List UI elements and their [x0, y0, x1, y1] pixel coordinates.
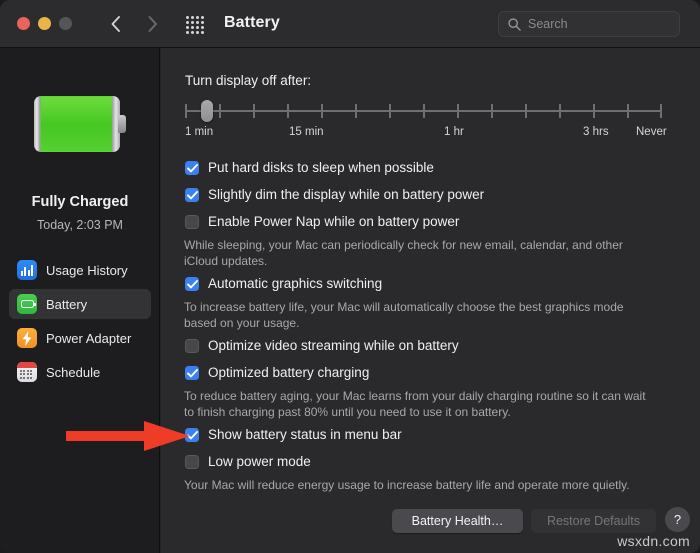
checkbox-label: Slightly dim the display while on batter…: [208, 187, 485, 202]
checkbox-power-nap[interactable]: [185, 215, 199, 229]
display-sleep-slider[interactable]: [185, 100, 662, 122]
battery-health-button[interactable]: Battery Health…: [392, 509, 523, 533]
checkbox-slightly-dim[interactable]: [185, 188, 199, 202]
checkbox-label: Show battery status in menu bar: [208, 427, 402, 442]
checkbox-graphics-switching[interactable]: [185, 277, 199, 291]
checkbox-low-power-mode[interactable]: [185, 455, 199, 469]
sidebar-item-power-adapter[interactable]: Power Adapter: [9, 323, 151, 353]
sidebar-item-label: Power Adapter: [46, 330, 132, 346]
minimize-window-button[interactable]: [38, 17, 51, 30]
checkmark-icon: [187, 280, 198, 289]
bolt-icon: [17, 328, 37, 348]
checkbox-label: Put hard disks to sleep when possible: [208, 160, 434, 175]
slider-tick-label-1min: 1 min: [185, 126, 214, 138]
battery-charge-timestamp: Today, 2:03 PM: [37, 218, 123, 232]
sidebar-item-label: Battery: [46, 296, 88, 312]
back-button[interactable]: [104, 12, 128, 36]
checkmark-icon: [187, 191, 198, 200]
checkbox-optimized-charging[interactable]: [185, 366, 199, 380]
search-input[interactable]: [528, 12, 673, 36]
chevron-right-icon: [148, 16, 157, 32]
window-titlebar: Battery: [0, 0, 700, 48]
checkmark-icon: [187, 369, 198, 378]
checkbox-label: Optimized battery charging: [208, 365, 370, 380]
sidebar-item-label: Schedule: [46, 364, 101, 380]
help-button[interactable]: ?: [665, 507, 690, 532]
checkbox-description-graphics-switching: To increase battery life, your Mac will …: [184, 300, 624, 330]
checkbox-hard-disk-sleep[interactable]: [185, 161, 199, 175]
bar-chart-icon: [17, 260, 37, 280]
sidebar-item-battery[interactable]: Battery: [9, 289, 151, 319]
checkbox-optimize-video[interactable]: [185, 339, 199, 353]
main-content: Turn display off after: 1 min 15 min 1 h…: [161, 48, 700, 553]
zoom-window-button[interactable]: [59, 17, 72, 30]
display-sleep-label: Turn display off after:: [185, 73, 312, 88]
slider-tick-label-never: Never: [636, 126, 667, 138]
slider-knob[interactable]: [201, 100, 213, 122]
battery-status-icon: [34, 96, 126, 152]
chevron-left-icon: [111, 16, 120, 32]
watermark-text: wsxdn.com: [617, 533, 690, 549]
show-all-grid-icon[interactable]: [186, 16, 206, 34]
battery-charge-status: Fully Charged: [31, 194, 129, 210]
sidebar-item-schedule[interactable]: Schedule: [9, 357, 151, 387]
checkbox-description-power-nap: While sleeping, your Mac can periodicall…: [184, 238, 623, 268]
close-window-button[interactable]: [17, 17, 30, 30]
checkbox-label: Optimize video streaming while on batter…: [208, 338, 459, 353]
checkbox-description-low-power-mode: Your Mac will reduce energy usage to inc…: [184, 478, 630, 492]
sidebar-item-label: Usage History: [46, 262, 128, 278]
slider-tick-label-15min: 15 min: [289, 126, 324, 138]
calendar-icon: [17, 362, 37, 382]
page-title: Battery: [224, 14, 280, 31]
battery-icon: [17, 294, 37, 314]
checkbox-label: Enable Power Nap while on battery power: [208, 214, 460, 229]
checkbox-label: Low power mode: [208, 454, 311, 469]
search-field[interactable]: [498, 11, 680, 37]
search-icon: [508, 18, 521, 31]
checkbox-description-optimized-charging: To reduce battery aging, your Mac learns…: [184, 389, 646, 419]
annotation-arrow-icon: [66, 421, 190, 451]
slider-tick-label-1hr: 1 hr: [444, 126, 464, 138]
sidebar-item-usage-history[interactable]: Usage History: [9, 255, 151, 285]
slider-tick-label-3hrs: 3 hrs: [583, 126, 609, 138]
battery-preferences-window: Battery Fully Charged Today, 2:03 PM Usa…: [0, 0, 700, 553]
checkmark-icon: [187, 164, 198, 173]
forward-button[interactable]: [140, 12, 164, 36]
sidebar: Fully Charged Today, 2:03 PM Usage Histo…: [0, 48, 160, 553]
bolt-glyph: [22, 330, 32, 346]
restore-defaults-button[interactable]: Restore Defaults: [531, 509, 656, 533]
checkbox-label: Automatic graphics switching: [208, 276, 383, 291]
